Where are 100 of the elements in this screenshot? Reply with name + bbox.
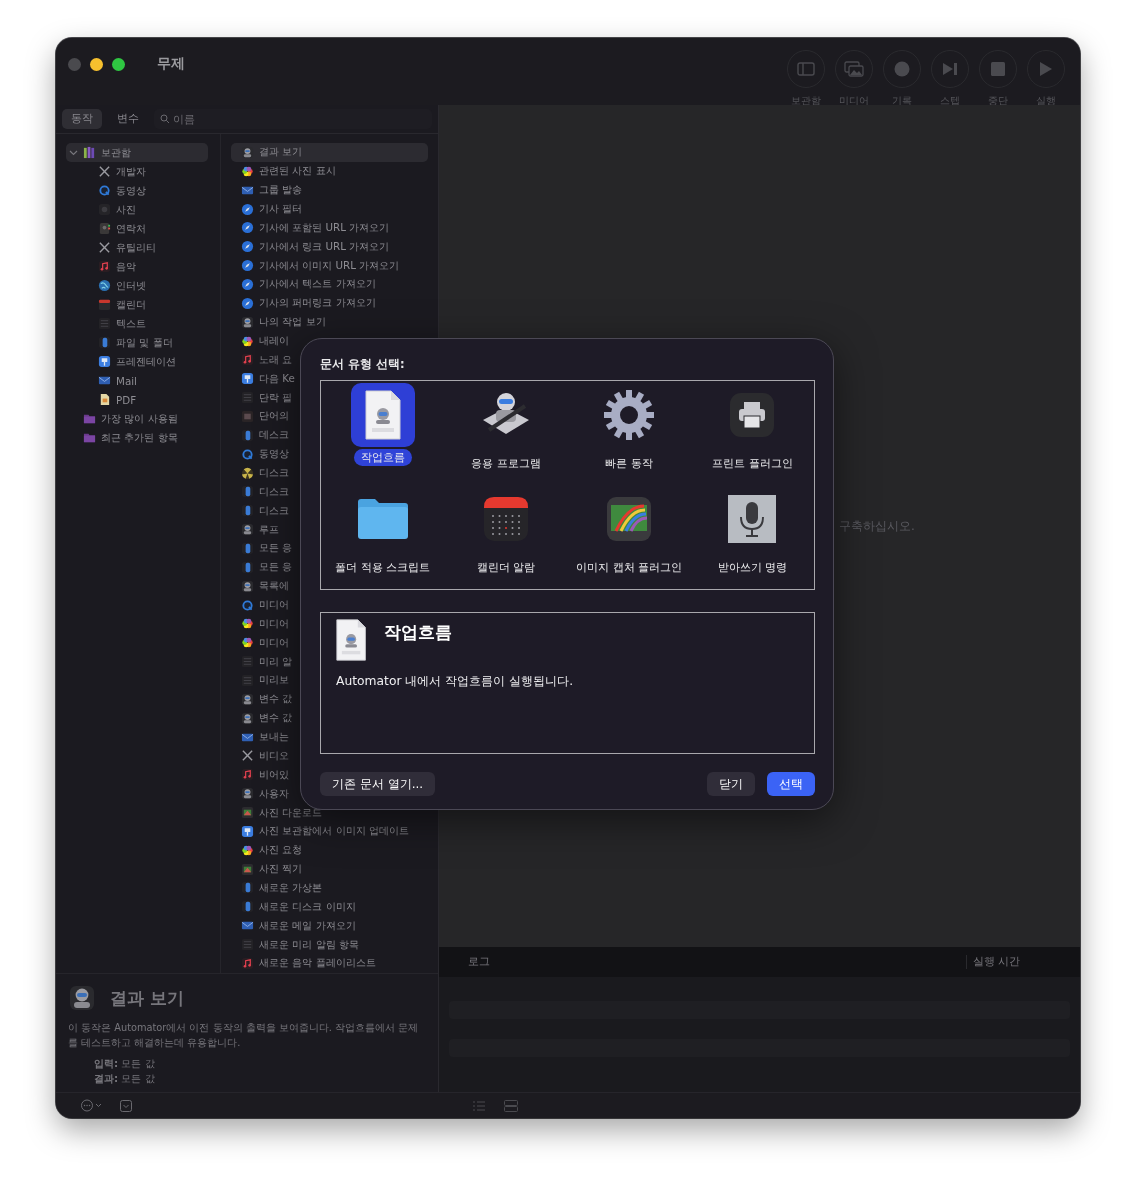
library-item[interactable]: 가장 많이 사용됨 <box>66 409 208 428</box>
document-type-option[interactable]: 폴더 적용 스크립트 <box>321 485 445 589</box>
drive-icon <box>241 504 254 518</box>
document-type-option[interactable]: 이미지 캡처 플러그인 <box>567 485 691 589</box>
search-icon <box>160 114 170 124</box>
action-item[interactable]: 사용자 <box>231 784 289 804</box>
library-item[interactable]: 유틸리티 <box>66 238 220 257</box>
music-note-icon <box>241 956 254 970</box>
description-property: 결과: 모든 값 <box>93 1071 156 1086</box>
action-item[interactable]: 동영상 <box>231 444 289 464</box>
action-item[interactable]: 나의 작업 보기 <box>231 312 326 332</box>
document-type-option[interactable]: 작업흐름 <box>321 381 445 485</box>
description-property: 입력: 모든 값 <box>93 1056 156 1071</box>
list-icon <box>241 938 254 951</box>
dialog-button[interactable]: 닫기 <box>707 772 755 796</box>
action-item[interactable]: 디스크 <box>231 482 289 502</box>
action-item[interactable]: 루프 <box>231 520 279 540</box>
library-tab[interactable]: 변수 <box>108 109 148 129</box>
action-item[interactable]: 결과 보기 <box>231 143 428 162</box>
action-item[interactable]: 기사에서 링크 URL 가져오기 <box>231 237 390 257</box>
action-item[interactable]: 기사에 포함된 URL 가져오기 <box>231 218 390 238</box>
action-item[interactable]: 보내는 <box>231 727 289 747</box>
action-item[interactable]: 기사의 퍼머링크 가져오기 <box>231 293 376 313</box>
robot-icon <box>241 315 254 329</box>
action-item[interactable]: 새로운 미리 알림 항목 <box>231 935 359 954</box>
action-item[interactable]: 비어있 <box>231 765 289 785</box>
library-item[interactable]: 음악 <box>66 257 220 276</box>
action-item[interactable]: 사진 보관함에서 이미지 업데이트 <box>231 821 409 841</box>
action-item[interactable]: 사진 찍기 <box>231 859 303 879</box>
zoom-button[interactable] <box>112 58 125 71</box>
dialog-title: 문서 유형 선택: <box>320 357 406 372</box>
action-item[interactable]: 모든 응 <box>231 539 293 558</box>
library-item[interactable]: 최근 추가된 항목 <box>66 428 208 447</box>
library-item[interactable]: Mail <box>66 371 220 390</box>
library-item[interactable]: 프레젠테이션 <box>66 352 220 371</box>
action-item[interactable]: 단어의 <box>231 407 289 426</box>
action-item[interactable]: 디스크 <box>231 463 289 483</box>
split-view-icon <box>504 1099 518 1112</box>
library-item[interactable]: 캘린더 <box>66 295 220 314</box>
action-item[interactable]: 내레이 <box>231 331 289 351</box>
library-item[interactable]: 동영상 <box>66 181 220 200</box>
action-item[interactable]: 비디오 <box>231 746 289 766</box>
action-item[interactable]: 관련된 사진 표시 <box>231 161 336 181</box>
action-item[interactable]: 미리 알 <box>231 652 293 672</box>
action-item[interactable]: 미디어 <box>231 614 289 634</box>
ring-icon <box>241 598 254 612</box>
ring-icon <box>241 447 254 461</box>
action-item[interactable]: 변수 값 <box>231 708 293 728</box>
action-item[interactable]: 노래 요 <box>231 350 293 370</box>
document-type-option[interactable]: 응용 프로그램 <box>444 381 568 485</box>
action-item[interactable]: 모든 응 <box>231 557 293 577</box>
compass-icon <box>241 259 254 273</box>
action-item[interactable]: 단락 필 <box>231 388 293 408</box>
action-item[interactable]: 기사에서 이미지 URL 가져오기 <box>231 256 400 275</box>
library-item[interactable]: 파일 및 폴더 <box>66 333 220 352</box>
action-item[interactable]: 미디어 <box>231 633 289 653</box>
action-item[interactable]: 미리보 <box>231 671 289 690</box>
minimize-button[interactable] <box>90 58 103 71</box>
action-item[interactable]: 기사 필터 <box>231 199 303 219</box>
dialog-button[interactable]: 선택 <box>767 772 815 796</box>
library-tab[interactable]: 동작 <box>62 109 102 129</box>
document-type-option[interactable]: 프린트 플러그인 <box>690 381 814 485</box>
action-item[interactable]: 디스크 <box>231 501 289 521</box>
document-type-option[interactable]: 받아쓰기 명령 <box>690 485 814 589</box>
music-note-icon <box>98 260 111 273</box>
globe-icon <box>98 279 111 292</box>
action-item[interactable]: 기사에서 텍스트 가져오기 <box>231 275 376 294</box>
info-title: 작업흐름 <box>384 620 453 644</box>
library-item[interactable]: 사진 <box>66 200 220 219</box>
library-item[interactable]: 연락처 <box>66 219 220 238</box>
action-item[interactable]: 새로운 디스크 이미지 <box>231 897 356 917</box>
action-item[interactable]: 사진 요청 <box>231 840 303 860</box>
library-item[interactable]: 보관함 <box>66 143 208 162</box>
action-item[interactable]: 미디어 <box>231 595 289 615</box>
library-item[interactable]: 인터넷 <box>66 276 220 295</box>
action-item[interactable]: 목록에 <box>231 576 289 596</box>
action-item[interactable]: 새로운 가상본 <box>231 878 323 898</box>
flower-icon <box>241 164 254 178</box>
drive-icon <box>241 428 254 442</box>
action-item[interactable]: 데스크 <box>231 425 289 445</box>
compass-icon <box>241 277 254 291</box>
action-item[interactable]: 그룹 발송 <box>231 180 303 200</box>
document-type-option[interactable]: 캘린더 알람 <box>444 485 568 589</box>
library-item[interactable]: 개발자 <box>66 162 220 181</box>
library-item[interactable]: 텍스트 <box>66 314 220 333</box>
document-icon <box>98 393 111 406</box>
crossed-tools-icon <box>98 241 111 254</box>
action-item[interactable]: 변수 값 <box>231 689 293 709</box>
photo-frame-icon <box>241 862 254 876</box>
action-item[interactable]: 새로운 메일 가져오기 <box>231 916 356 936</box>
drive-icon <box>241 485 254 499</box>
action-item[interactable]: 다음 Ke <box>231 369 295 389</box>
action-item[interactable]: 새로운 음악 플레이리스트 <box>231 953 376 973</box>
drive-icon <box>98 336 111 349</box>
robot-icon <box>241 711 254 725</box>
music-note-icon <box>241 353 254 367</box>
flower-icon <box>241 843 254 857</box>
document-type-option[interactable]: 빠른 동작 <box>567 381 691 485</box>
library-item[interactable]: PDF <box>66 390 220 409</box>
dialog-button[interactable]: 기존 문서 열기... <box>320 772 436 796</box>
